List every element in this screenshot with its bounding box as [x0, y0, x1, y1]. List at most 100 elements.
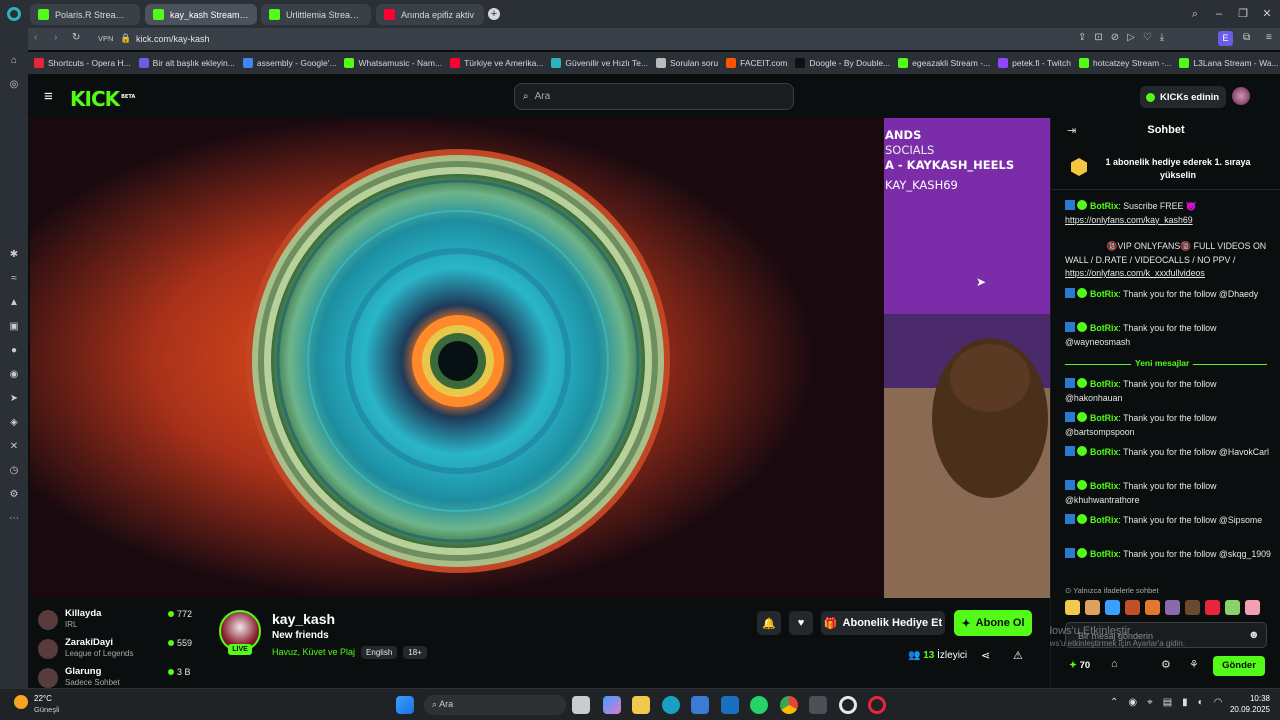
chat-username[interactable]: BotRix [1090, 515, 1118, 525]
live-badge: LIVE [228, 644, 252, 655]
new-tab-button[interactable]: + [488, 8, 500, 20]
search-input[interactable]: ⌕ Ara [514, 83, 794, 110]
maximize-button[interactable]: ❐ [1234, 6, 1252, 22]
bookmark-label: Bir alt başlık ekleyin... [152, 58, 235, 68]
tidal-icon[interactable]: ≈ [7, 272, 21, 286]
gift-sub-button[interactable]: 🎁 Abonelik Hediye Et [821, 611, 945, 635]
extensions-icon[interactable]: ⧉ [1243, 32, 1250, 43]
chat-username[interactable]: BotRix [1090, 481, 1118, 491]
kicks-balance[interactable]: ✦ 70 [1069, 660, 1090, 671]
chat-username[interactable]: BotRix [1090, 549, 1118, 559]
tab-urlittlemia[interactable]: Urlittlemia Stream - Wat [261, 4, 371, 25]
bookmark-item[interactable]: hotcatzey Stream -... [1079, 58, 1171, 68]
vpn-badge[interactable]: VPN [98, 34, 113, 43]
chat-settings-icon[interactable]: ⚙ [1161, 658, 1171, 671]
taskbar-search[interactable]: ⌕ Ara [424, 695, 566, 715]
bookmark-item[interactable]: L3Lana Stream - Wa... [1179, 58, 1279, 68]
recommended-channel[interactable]: ZarakiDayi League of Legends 559 [38, 637, 198, 661]
history-icon[interactable]: ◷ [7, 464, 21, 478]
store-icon[interactable]: ⌂ [1111, 658, 1118, 670]
kick-logo[interactable]: KICK BETA [70, 87, 135, 111]
opera-gx-icon[interactable] [839, 696, 857, 714]
recommended-channel[interactable]: Killayda IRL 772 [38, 608, 198, 632]
store-app-icon[interactable] [691, 696, 709, 714]
chrome-icon[interactable] [780, 696, 798, 714]
x-icon[interactable]: ✕ [7, 440, 21, 454]
hamburger-menu-icon[interactable]: ≡ [44, 88, 53, 105]
task-view-icon[interactable] [572, 696, 590, 714]
copilot-icon[interactable] [603, 696, 621, 714]
instagram-icon[interactable]: ▣ [7, 320, 21, 334]
app-icon[interactable] [809, 696, 827, 714]
chat-username[interactable]: BotRix [1090, 447, 1118, 457]
tag-english[interactable]: English [361, 646, 398, 659]
minimize-button[interactable]: – [1210, 6, 1228, 22]
tag-18plus[interactable]: 18+ [403, 646, 427, 659]
close-window-button[interactable]: ✕ [1258, 6, 1276, 22]
bookmark-item[interactable]: Doogle - By Double... [795, 58, 890, 68]
whatsapp-app-icon[interactable] [750, 696, 768, 714]
bookmark-item[interactable]: FACEIT.com [726, 58, 787, 68]
report-icon[interactable]: ⚠ [1013, 649, 1023, 662]
windows-start-icon[interactable] [396, 696, 414, 714]
bookmark-item[interactable]: assembly - Google'... [242, 58, 336, 68]
send-button[interactable]: Gönder [1213, 656, 1265, 676]
bookmark-item[interactable]: Bir alt başlık ekleyin... [138, 58, 235, 68]
pinned-gift-banner[interactable]: 1 abonelik hediye ederek 1. sıraya yükse… [1051, 148, 1280, 190]
bookmark-item[interactable]: Sorulan soru [655, 58, 718, 68]
follow-heart-button[interactable]: ♥ [789, 611, 813, 635]
chat-link[interactable]: https://onlyfans.com/kay_kash69 [1065, 215, 1193, 225]
home-icon[interactable]: ⌂ [7, 54, 21, 68]
more-icon[interactable]: ⋯ [7, 512, 21, 526]
outlook-icon[interactable] [721, 696, 739, 714]
edge-icon[interactable] [662, 696, 680, 714]
whatsapp-icon[interactable]: ◉ [7, 368, 21, 382]
tab-youtube[interactable]: Anında epifiz aktiv [376, 4, 484, 25]
tab-kay-kash[interactable]: kay_kash Stream - Watch [145, 4, 257, 25]
bookmark-item[interactable]: egeazakli Stream -... [898, 58, 990, 68]
user-avatar[interactable] [1232, 87, 1250, 105]
messenger-chat-icon[interactable]: ● [7, 344, 21, 358]
video-player[interactable]: ANDS SOCIALS A - KAYKASH_HEELS KAY_KASH6… [30, 118, 1050, 598]
share-icon[interactable]: ⋖ [981, 649, 990, 662]
tab-polaris[interactable]: Polaris.R Stream - Watch [30, 4, 140, 25]
settings-icon[interactable]: ⚙ [7, 488, 21, 502]
back-icon[interactable]: ‹ [34, 32, 37, 43]
chat-username[interactable]: BotRix [1090, 379, 1118, 389]
chat-link[interactable]: https://onlyfans.com/k_xxxfullvideos [1065, 268, 1205, 278]
profile-icon[interactable]: E [1218, 31, 1233, 46]
clock-date[interactable]: 20.09.2025 [1210, 705, 1270, 714]
bookmark-item[interactable]: Shortcuts - Opera H... [34, 58, 131, 68]
stream-category[interactable]: Havuz, Küvet ve Plaj [272, 647, 355, 657]
chat-username[interactable]: BotRix [1090, 201, 1118, 211]
channel-name[interactable]: kay_kash [272, 611, 335, 627]
recommended-channel[interactable]: Glarung Sadece Sohbet 3 B [38, 666, 198, 690]
messenger-icon[interactable]: ✱ [7, 248, 21, 262]
chat-username[interactable]: BotRix [1090, 413, 1118, 423]
opera-logo-icon[interactable] [7, 7, 21, 21]
emote-picker-row[interactable] [1065, 600, 1275, 616]
reload-icon[interactable]: ↻ [72, 32, 80, 43]
url-field[interactable]: kick.com/kay-kash [136, 34, 210, 44]
weather-icon[interactable] [14, 695, 28, 709]
bookmark-item[interactable]: Whatsamusic - Nam... [344, 58, 442, 68]
forward-icon[interactable]: › [54, 32, 57, 43]
opera-icon[interactable] [868, 696, 886, 714]
notification-bell-button[interactable]: 🔔 [757, 611, 781, 635]
chat-username[interactable]: BotRix [1090, 289, 1118, 299]
spotify-icon[interactable]: ▲ [7, 296, 21, 310]
aria-icon[interactable]: ◎ [7, 78, 21, 92]
kicks-button[interactable]: KICKs edinin [1140, 86, 1226, 108]
chat-username[interactable]: BotRix [1090, 323, 1118, 333]
file-explorer-icon[interactable] [632, 696, 650, 714]
bookmark-item[interactable]: Güvenilir ve Hızlı Te... [551, 58, 648, 68]
subscribe-button[interactable]: ✦ Abone Ol [954, 610, 1032, 636]
clock-time[interactable]: 10:38 [1210, 694, 1270, 703]
bookmark-item[interactable]: petek.fi - Twitch [998, 58, 1071, 68]
chat-users-icon[interactable]: ⚘ [1189, 658, 1199, 671]
vk-icon[interactable]: ◈ [7, 416, 21, 430]
telegram-icon[interactable]: ➤ [7, 392, 21, 406]
search-tabs-icon[interactable]: ⌕ [1186, 6, 1204, 22]
bookmark-item[interactable]: Türkiye ve Amerika... [450, 58, 543, 68]
menu-icon[interactable]: ≡ [1266, 32, 1272, 43]
